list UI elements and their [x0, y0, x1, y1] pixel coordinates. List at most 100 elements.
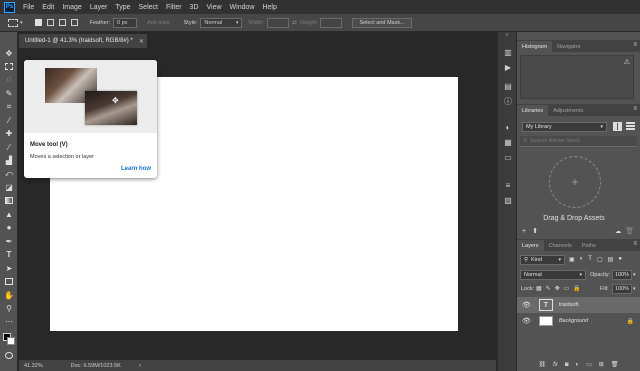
tab-histogram[interactable]: Histogram	[517, 41, 553, 52]
zoom-level[interactable]: 41.32%	[24, 363, 43, 369]
dodge-icon[interactable]: ●	[3, 222, 15, 233]
new-layer-icon[interactable]: ⊞	[599, 361, 604, 368]
warning-icon[interactable]: ⚠	[624, 58, 630, 66]
stock-search-input[interactable]: ⚲ Search Adobe Stock	[520, 136, 637, 147]
blur-icon[interactable]: ▲	[3, 209, 15, 220]
path-selection-icon[interactable]: ➤	[3, 263, 15, 274]
background-color-swatch[interactable]	[7, 337, 15, 345]
brushes-panel-icon[interactable]: ≡	[503, 180, 513, 190]
new-group-icon[interactable]: ▭	[586, 361, 592, 368]
history-brush-icon[interactable]: ⤺	[3, 168, 15, 179]
styles-panel-icon[interactable]: ▧	[503, 195, 513, 205]
crop-icon[interactable]: ⌗	[3, 101, 15, 112]
document-tab[interactable]: Untitled-1 @ 41.3% (traidsoft, RGB/8#) *…	[19, 34, 147, 48]
move-tool-icon[interactable]: ✥	[3, 48, 15, 59]
quick-mask-icon[interactable]	[3, 350, 15, 361]
histogram-panel-icon[interactable]: ▥	[503, 47, 513, 57]
eyedropper-icon[interactable]: ⁄	[3, 115, 15, 126]
hand-tool-icon[interactable]: ✋	[3, 290, 15, 301]
drop-zone-circle[interactable]: +	[549, 156, 601, 208]
eye-icon[interactable]: 👁	[522, 301, 531, 309]
tab-navigator[interactable]: Navigator	[552, 41, 586, 52]
more-tools-icon[interactable]: ⋯	[3, 316, 15, 327]
pen-icon[interactable]: ✒	[3, 236, 15, 247]
marquee-preset-icon[interactable]	[8, 18, 18, 27]
feather-input[interactable]: 0 px	[113, 17, 137, 28]
menu-help[interactable]: Help	[258, 4, 280, 11]
style-select[interactable]: Normal ▾	[200, 17, 243, 28]
antialias-checkbox-label[interactable]: Anti-alias	[147, 20, 170, 26]
adjustment-layer-icon[interactable]: ◐	[575, 362, 579, 368]
fill-input[interactable]: 100%	[612, 284, 632, 294]
brush-icon[interactable]: ⁄	[3, 142, 15, 153]
layer-filter-select[interactable]: ⚲ Kind ▾	[520, 255, 565, 265]
lock-artboard-icon[interactable]: ▭	[564, 285, 570, 292]
opacity-input[interactable]: 100%	[612, 270, 632, 280]
delete-layer-icon[interactable]: 🗑	[611, 361, 619, 368]
gradients-panel-icon[interactable]: ▭	[503, 152, 513, 162]
menu-view[interactable]: View	[203, 4, 226, 11]
swatches-panel-icon[interactable]: ▦	[503, 137, 513, 147]
rectangular-marquee-icon[interactable]	[3, 61, 15, 72]
trash-icon[interactable]: 🗑	[625, 227, 634, 235]
layer-row-background[interactable]: 👁 Background 🔒	[517, 313, 640, 329]
chevron-down-icon[interactable]: ▾	[20, 20, 23, 26]
lock-image-icon[interactable]: ✎	[546, 285, 551, 292]
chevron-down-icon[interactable]: ▾	[633, 272, 636, 278]
select-and-mask-button[interactable]: Select and Mask...	[352, 17, 412, 28]
type-filter-icon[interactable]: T	[588, 256, 592, 263]
blend-mode-select[interactable]: Normal ▾	[520, 270, 586, 280]
clone-stamp-icon[interactable]: ▟	[3, 155, 15, 166]
layer-name[interactable]: traidsoft	[559, 302, 579, 308]
layer-name[interactable]: Background	[559, 318, 588, 324]
lasso-icon[interactable]: ◌	[3, 74, 15, 85]
quick-selection-icon[interactable]: ✎	[3, 88, 15, 99]
status-arrow-icon[interactable]: ›	[139, 363, 141, 369]
add-content-icon[interactable]: +	[522, 228, 526, 235]
lock-position-icon[interactable]: ✥	[555, 285, 560, 292]
tab-layers[interactable]: Layers	[517, 240, 544, 251]
lock-all-icon[interactable]: 🔒	[573, 285, 580, 292]
healing-brush-icon[interactable]: ✚	[3, 128, 15, 139]
eraser-icon[interactable]: ◪	[3, 182, 15, 193]
type-tool-icon[interactable]: T	[3, 249, 15, 260]
width-input[interactable]	[266, 17, 289, 28]
zoom-tool-icon[interactable]: ⚲	[3, 303, 15, 314]
adjustment-filter-icon[interactable]: ◐	[580, 256, 584, 263]
info-panel-icon[interactable]: ⓘ	[503, 96, 513, 106]
library-select[interactable]: My Library ▾	[522, 122, 607, 132]
upload-icon[interactable]: ⬆	[532, 227, 538, 235]
tab-channels[interactable]: Channels	[544, 240, 577, 251]
shape-filter-icon[interactable]: ▢	[597, 256, 603, 263]
menu-type[interactable]: Type	[111, 4, 134, 11]
layer-row-traidsoft[interactable]: 👁 T traidsoft	[517, 297, 640, 313]
subtract-selection-icon[interactable]	[58, 19, 66, 26]
swap-dimensions-icon[interactable]: ⇄	[292, 19, 297, 26]
rectangle-tool-icon[interactable]	[3, 276, 15, 287]
lock-icon[interactable]: 🔒	[627, 318, 634, 325]
menu-window[interactable]: Window	[226, 4, 259, 11]
layer-style-icon[interactable]: fx	[553, 362, 558, 368]
menu-image[interactable]: Image	[58, 4, 85, 11]
tab-paths[interactable]: Paths	[577, 240, 601, 251]
cloud-sync-icon[interactable]: ☁	[615, 228, 621, 235]
lock-transparent-icon[interactable]: ▦	[536, 285, 542, 292]
panel-menu-icon[interactable]: ≡	[633, 241, 637, 247]
tab-libraries[interactable]: Libraries	[517, 105, 549, 116]
new-selection-icon[interactable]	[34, 19, 42, 26]
navigator-panel-icon[interactable]: ▶	[503, 62, 513, 72]
link-layers-icon[interactable]: ⛓	[539, 361, 547, 368]
chevron-down-icon[interactable]: ▾	[633, 286, 636, 292]
menu-select[interactable]: Select	[135, 4, 162, 11]
add-mask-icon[interactable]: ◙	[565, 362, 569, 368]
properties-panel-icon[interactable]: ▤	[503, 81, 513, 91]
list-view-icon[interactable]	[626, 122, 635, 131]
color-panel-icon[interactable]: ◐	[503, 122, 513, 132]
eye-icon[interactable]: 👁	[522, 317, 531, 325]
grid-view-icon[interactable]	[613, 122, 622, 131]
menu-3d[interactable]: 3D	[186, 4, 203, 11]
height-input[interactable]	[320, 17, 343, 28]
panel-menu-icon[interactable]: ≡	[633, 106, 637, 112]
pixel-filter-icon[interactable]: ▣	[569, 256, 575, 263]
panel-menu-icon[interactable]: ≡	[633, 42, 637, 48]
